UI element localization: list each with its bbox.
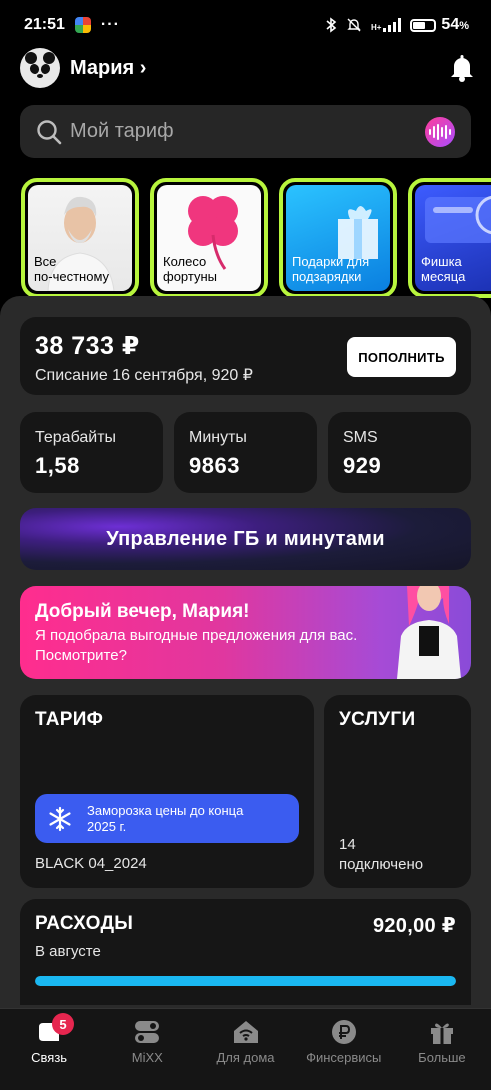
stat-card-minutes[interactable]: Минуты 9863 [174,412,317,493]
story-card[interactable]: Все по-честному [21,178,139,298]
photos-app-icon [74,17,91,33]
tariff-title: ТАРИФ [35,709,104,730]
story-label: Колесо фортуны [163,254,217,284]
bottom-tab-bar: 5 Связь MiXX Для дома Финсервисы Больше [0,1008,491,1090]
stat-card-sms[interactable]: SMS 929 [328,412,471,493]
battery-indicator: 54% [410,16,469,34]
story-card[interactable]: Фишка месяца [408,178,491,298]
panda-ear-right [43,52,55,64]
tab-mixx[interactable]: MiXX [98,1009,196,1090]
balance-amount: 38 733 ₽ [35,332,140,360]
expenses-card[interactable]: РАСХОДЫ 920,00 ₽ В августе [20,899,471,1005]
battery-unit: % [459,20,469,32]
stat-card-data[interactable]: Терабайты 1,58 [20,412,163,493]
panda-ear-left [25,52,37,64]
story-card[interactable]: Колесо фортуны [150,178,268,298]
story-label: Все по-честному [34,254,110,284]
chevron-right-icon: › [139,56,147,79]
tab-home[interactable]: Для дома [196,1009,294,1090]
mute-bell-icon [347,18,361,32]
tariff-card[interactable]: ТАРИФ Заморозка цены до конца 2025 г. BL… [20,695,314,888]
user-name: Мария [70,56,135,79]
stat-value: 9863 [189,453,240,478]
mixx-icon [133,1019,161,1045]
story-label: Подарки для подзарядки [292,254,370,284]
services-title: УСЛУГИ [339,709,416,730]
expenses-period: В августе [35,943,101,960]
manage-gb-minutes-button[interactable]: Управление ГБ и минутами [20,508,471,570]
search-bar[interactable]: Мой тариф [20,105,471,158]
stat-value: 929 [343,453,382,478]
user-name-link[interactable]: Мария › [70,57,146,80]
expenses-progress-fill [35,976,456,986]
tariff-name: BLACK 04_2024 [35,855,147,872]
search-input[interactable]: Мой тариф [70,120,174,143]
battery-percent: 54 [441,16,460,33]
price-freeze-badge: Заморозка цены до конца 2025 г. [35,794,299,843]
home-wifi-icon [232,1019,260,1045]
stat-label: SMS [343,429,378,446]
promo-text: Я подобрала выгодные предложения для вас… [35,627,358,664]
voice-assistant-button[interactable] [425,116,455,147]
avatar[interactable] [20,48,60,88]
tab-label: MiXX [131,1050,163,1065]
promo-title: Добрый вечер, Мария! [35,601,250,622]
freeze-text: Заморозка цены до конца 2025 г. [87,802,244,834]
gift-icon [428,1019,456,1045]
expenses-progress-bar [35,976,456,986]
tab-label: Связь [31,1050,68,1065]
expenses-title: РАСХОДЫ [35,913,134,934]
story-label: Фишка месяца [421,254,466,284]
notification-badge: 5 [52,1013,74,1035]
bell-icon[interactable] [449,54,475,82]
battery-fill [413,21,426,29]
tab-finservices[interactable]: Финсервисы [295,1009,393,1090]
tab-more[interactable]: Больше [393,1009,491,1090]
tab-svyaz[interactable]: 5 Связь [0,1009,98,1090]
ruble-icon [330,1019,358,1045]
tab-label: Финсервисы [306,1050,382,1065]
balance-note: Списание 16 сентября, 920 ₽ [35,367,253,384]
tab-label: Для дома [216,1050,275,1065]
tab-label: Больше [418,1050,466,1065]
stat-value: 1,58 [35,453,80,478]
signal-icon [383,18,402,32]
snowflake-icon [49,806,71,831]
profile-header: Мария › [20,47,475,89]
topup-button[interactable]: ПОПОЛНИТЬ [347,337,456,377]
expenses-amount: 920,00 ₽ [372,915,456,937]
status-bar: 21:51 ··· H+ 54% [0,0,491,50]
assistant-avatar-image [397,586,461,679]
more-notifications-icon: ··· [100,16,120,33]
stat-label: Терабайты [35,429,117,446]
services-card[interactable]: УСЛУГИ 14 подключено [324,695,471,888]
stories-carousel[interactable]: Все по-честному Колесо фортуны Подарки д… [21,178,491,298]
story-card[interactable]: Подарки для подзарядки [279,178,397,298]
status-time: 21:51 [24,16,65,33]
bluetooth-icon [326,17,337,33]
balance-card[interactable]: 38 733 ₽ Списание 16 сентября, 920 ₽ ПОП… [20,317,471,395]
battery-icon [410,18,437,32]
services-count-label: подключено [339,856,424,873]
search-icon [37,119,62,144]
services-count: 14 [339,836,356,853]
stat-label: Минуты [189,429,247,446]
assistant-promo-banner[interactable]: Добрый вечер, Мария! Я подобрала выгодны… [20,586,471,679]
network-type: H+ [370,23,382,32]
panda-nose [37,74,43,78]
manage-label: Управление ГБ и минутами [106,527,385,550]
